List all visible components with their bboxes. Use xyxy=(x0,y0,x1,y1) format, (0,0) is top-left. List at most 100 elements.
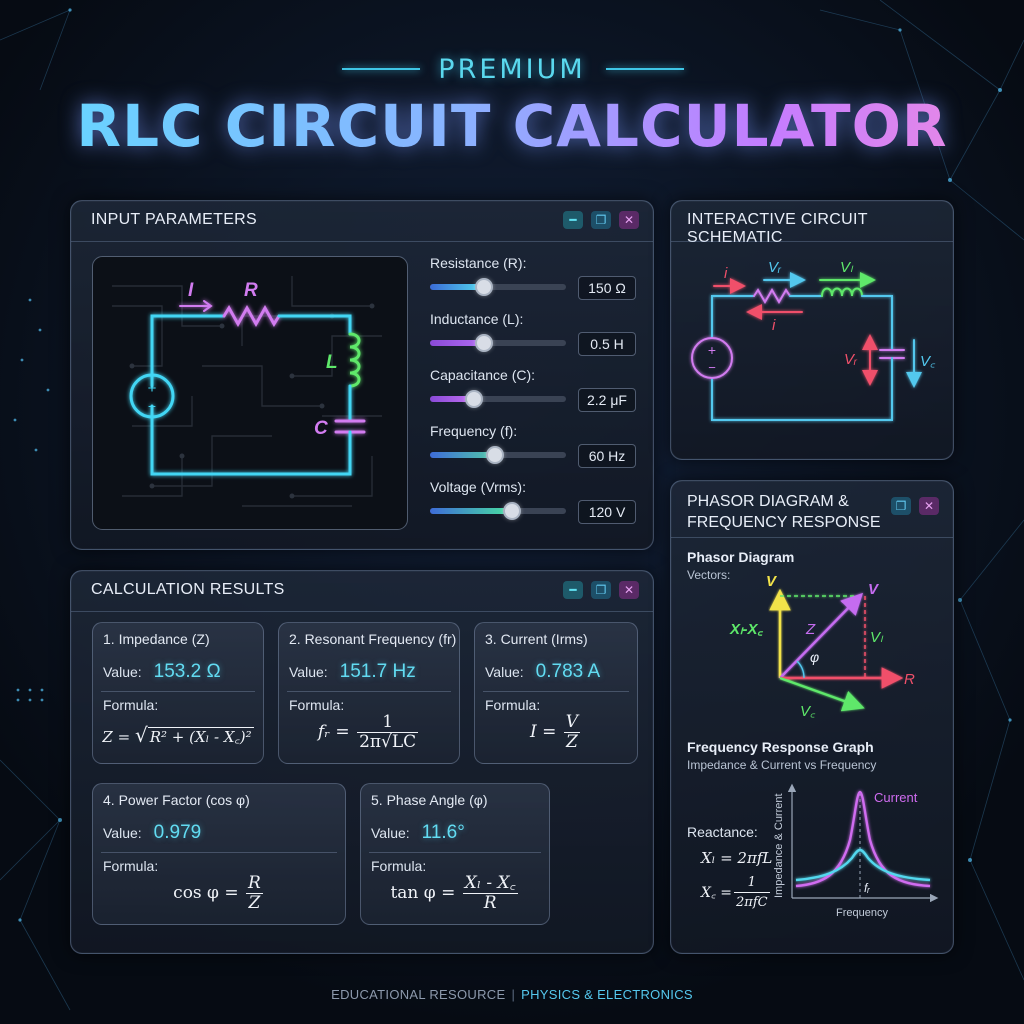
svg-text:+: + xyxy=(148,380,157,397)
graph-current-label: Current xyxy=(874,790,918,805)
graph-x-axis-label: Frequency xyxy=(836,907,888,919)
resistance-slider[interactable] xyxy=(430,278,566,296)
formula-label: Formula: xyxy=(103,858,159,874)
vector-r-label: R xyxy=(904,671,915,688)
vector-xl-xc-label: Xₗ-X꜀ xyxy=(729,621,763,638)
vc-label: V꜀ xyxy=(920,353,936,370)
resonant-frequency-value: 151.7 Hz xyxy=(339,661,416,682)
card-value-row: Value: 153.2 Ω xyxy=(103,661,221,683)
resonant-frequency-formula: fᵣ = 1 2π√LC xyxy=(279,713,459,752)
footer-right: PHYSICS & ELECTRONICS xyxy=(521,987,693,1002)
inductance-slider[interactable] xyxy=(430,334,566,352)
formula-numerator: R xyxy=(248,873,261,893)
current-value: 0.783 A xyxy=(535,661,601,682)
close-icon[interactable]: ✕ xyxy=(919,497,939,515)
value-label: Value: xyxy=(371,825,410,841)
formula-lhs: cos φ = xyxy=(173,883,239,903)
card-title: 3. Current (Irms) xyxy=(485,631,588,647)
restore-icon[interactable]: ❐ xyxy=(591,581,611,599)
phasor-panel-title: PHASOR DIAGRAM & FREQUENCY RESPONSE xyxy=(687,491,881,533)
card-title: 1. Impedance (Z) xyxy=(103,631,210,647)
header-line-left xyxy=(342,68,420,70)
frequency-slider[interactable] xyxy=(430,446,566,464)
formula-denominator: Z xyxy=(246,893,263,913)
vl-label: Vₗ xyxy=(840,259,854,276)
minimize-icon[interactable]: ━ xyxy=(563,581,583,599)
close-icon[interactable]: ✕ xyxy=(619,211,639,229)
formula-lhs: I = xyxy=(529,722,557,742)
formula-label: Formula: xyxy=(371,858,427,874)
capacitor-label: C xyxy=(314,418,328,439)
capacitance-slider-handle[interactable] xyxy=(464,390,483,408)
current-label: I xyxy=(188,280,194,301)
vector-vc-label: V꜀ xyxy=(800,703,816,720)
value-label: Value: xyxy=(289,664,328,680)
card-value-row: Value: 11.6° xyxy=(371,822,465,844)
resistance-value-field[interactable]: 150 Ω xyxy=(578,276,636,300)
card-title: 4. Power Factor (cos φ) xyxy=(103,792,250,808)
frequency-response-title: Frequency Response Graph xyxy=(687,739,874,755)
card-value-row: Value: 0.783 A xyxy=(485,661,600,683)
premium-label: PREMIUM xyxy=(438,54,586,85)
card-title: 2. Resonant Frequency (fr) xyxy=(289,631,457,647)
voltage-value-field[interactable]: 120 V xyxy=(578,500,636,524)
phase-angle-formula: tan φ = Xₗ - X꜀ R xyxy=(361,874,549,913)
current-formula: I = VZ xyxy=(475,713,637,752)
svg-text:+: + xyxy=(708,342,716,358)
svg-text:−: − xyxy=(708,360,716,375)
phase-angle-card: 5. Phase Angle (φ) Value: 11.6° Formula: … xyxy=(360,783,550,925)
input-panel-title: INPUT PARAMETERS xyxy=(91,211,258,228)
vr-label: Vᵣ xyxy=(768,259,782,276)
frequency-label: Frequency (f): xyxy=(430,423,518,439)
power-factor-card: 4. Power Factor (cos φ) Value: 0.979 Form… xyxy=(92,783,346,925)
value-label: Value: xyxy=(103,664,142,680)
formula-radicand: R² + (Xₗ - X꜀)² xyxy=(147,727,254,746)
close-icon[interactable]: ✕ xyxy=(619,581,639,599)
frequency-response-graph: Impedance & Current Frequency Current fᵣ xyxy=(773,783,939,919)
formula-denominator: R xyxy=(462,893,518,913)
frequency-value-field[interactable]: 60 Hz xyxy=(578,444,636,468)
panel-divider xyxy=(71,241,653,242)
card-divider xyxy=(369,852,541,853)
interactive-circuit-diagram[interactable]: + − i Vᵣ Vₗ i Vᵣ V꜀ xyxy=(680,250,944,450)
formula-denominator: 2π√LC xyxy=(357,732,419,752)
formula-denominator: Z xyxy=(563,732,581,752)
footer-separator: | xyxy=(511,987,516,1002)
title-line-1: PHASOR DIAGRAM & xyxy=(687,493,849,510)
card-divider xyxy=(287,691,451,692)
formula-label: Formula: xyxy=(485,697,541,713)
impedance-card: 1. Impedance (Z) Value: 153.2 Ω Formula: … xyxy=(92,622,264,764)
inductance-label: Inductance (L): xyxy=(430,311,524,327)
vector-vl-label: Vₗ xyxy=(870,629,884,646)
restore-icon[interactable]: ❐ xyxy=(891,497,911,515)
vector-v-diag-label: V xyxy=(868,581,880,598)
power-factor-formula: cos φ = RZ xyxy=(93,874,345,913)
graph-y-axis-label: Impedance & Current xyxy=(773,793,785,898)
footer: EDUCATIONAL RESOURCE | PHYSICS & ELECTRONI… xyxy=(0,987,1024,1002)
header-line-right xyxy=(606,68,684,70)
card-title: 5. Phase Angle (φ) xyxy=(371,792,488,808)
minimize-icon[interactable]: ━ xyxy=(563,211,583,229)
inductance-value-field[interactable]: 0.5 H xyxy=(578,332,636,356)
formula-numerator: 1 xyxy=(382,712,394,732)
card-divider xyxy=(101,852,337,853)
capacitance-label: Capacitance (C): xyxy=(430,367,536,383)
formula-lhs: tan φ = xyxy=(390,883,456,903)
capacitance-slider[interactable] xyxy=(430,390,566,408)
phase-angle-value: 11.6° xyxy=(421,822,465,843)
formula-lhs: fᵣ = xyxy=(317,722,350,742)
footer-left: EDUCATIONAL RESOURCE xyxy=(331,987,506,1002)
capacitance-value-field[interactable]: 2.2 μF xyxy=(578,388,636,412)
title-line-2: FREQUENCY RESPONSE xyxy=(687,514,881,531)
current-i-top-label: i xyxy=(724,265,728,282)
impedance-formula: Z = √ R² + (Xₗ - X꜀)² xyxy=(102,723,254,747)
vector-z-label: Z xyxy=(805,621,816,638)
resonant-frequency-card: 2. Resonant Frequency (fr) Value: 151.7 H… xyxy=(278,622,460,764)
restore-icon[interactable]: ❐ xyxy=(591,211,611,229)
voltage-slider[interactable] xyxy=(430,502,566,520)
frequency-response-subtitle: Impedance & Current vs Frequency xyxy=(687,758,877,772)
formula-label: Formula: xyxy=(103,697,159,713)
voltage-slider-handle[interactable] xyxy=(502,502,521,520)
formula-label: Formula: xyxy=(289,697,345,713)
phasor-diagram-title: Phasor Diagram xyxy=(687,549,795,565)
